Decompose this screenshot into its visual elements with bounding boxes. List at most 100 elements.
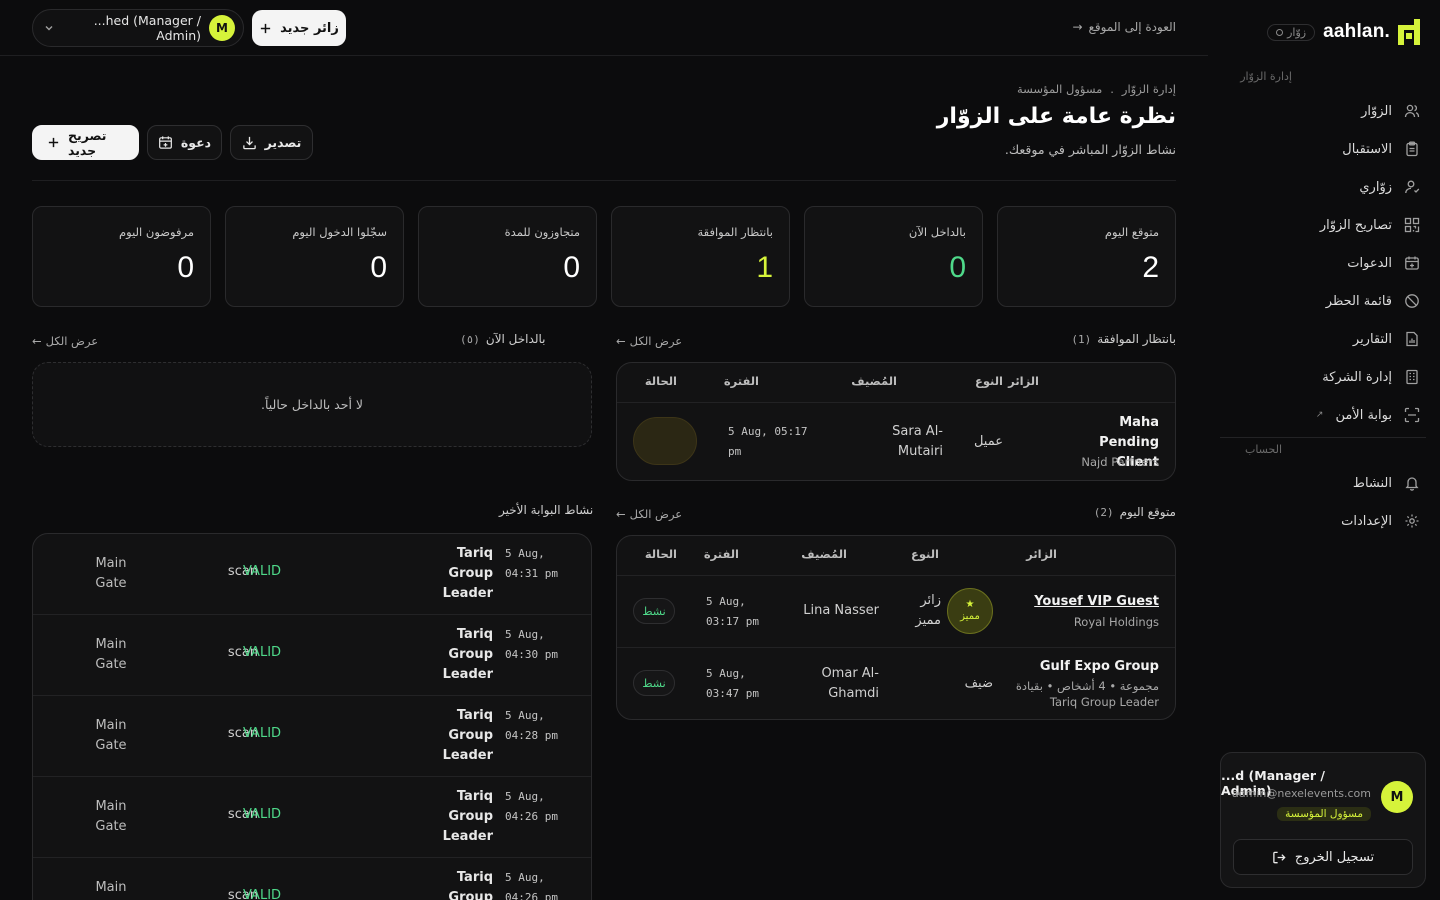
plus-icon <box>47 136 60 149</box>
list-item[interactable]: 5 Aug, 04:26 pm Tariq Group Leader scan … <box>33 777 591 858</box>
visitor-company: مجموعة • 4 أشخاص • بقيادة <box>1015 679 1159 693</box>
table-row[interactable]: Yousef VIP Guest Royal Holdings ★ مميز ز… <box>617 576 1175 648</box>
sidebar-item-label: الزوّار <box>1361 103 1392 119</box>
new-visitor-button[interactable]: زائر جديد <box>252 10 346 46</box>
expected-view-all-link[interactable]: عرض الكل ← <box>616 507 682 521</box>
section-count: (1) <box>1071 333 1092 346</box>
stat-card-checked-in-today[interactable]: سجّلوا الدخول اليوم 0 <box>225 206 404 307</box>
list-item[interactable]: 5 Aug, 04:31 pm Tariq Group Leader scan … <box>33 534 591 615</box>
export-label: تصدير <box>264 135 302 150</box>
sidebar-item-label: إدارة الشركة <box>1322 369 1392 385</box>
inside-section-title: بالداخل الآن (٥) <box>460 332 545 346</box>
export-button[interactable]: تصدير <box>230 125 313 160</box>
sidebar-item-my-visitors[interactable]: زوّاري <box>1208 168 1440 206</box>
nav-section-main: إدارة الزوّار <box>1240 70 1292 83</box>
new-pass-label: تصريح جديد <box>68 127 107 158</box>
column-header-visitor: الزائر <box>1026 547 1057 561</box>
visit-period: 5 Aug, 03:47 pm <box>706 667 759 700</box>
column-header-period: الفترة <box>703 547 739 561</box>
stat-value: 0 <box>370 251 387 284</box>
brand-name: .aahlan <box>1323 21 1390 42</box>
user-name: ...hed (Manager / Admin) <box>93 13 201 43</box>
inside-view-all-link[interactable]: عرض الكل ← <box>32 334 98 348</box>
account-nav: النشاط الإعدادات <box>1208 464 1440 540</box>
visitor-type: زائر مميز <box>915 593 941 628</box>
section-count: (2) <box>1093 506 1114 519</box>
host-name: Omar Al-Ghamdi <box>821 666 879 701</box>
main-nav: الزوّار الاستقبال زوّاري تصاريح الزوّار … <box>1208 92 1440 434</box>
external-link-icon: ↗ <box>1315 410 1324 420</box>
sidebar-item-passes[interactable]: تصاريح الزوّار <box>1208 206 1440 244</box>
scan-result: VALID <box>243 726 282 741</box>
sidebar: .aahlan زوّار إدارة الزوّار الزوّار الاس… <box>1208 0 1440 900</box>
empty-state-message: لا أحد بالداخل حالياً. <box>260 397 364 412</box>
aahlan-logo-icon <box>1398 19 1420 45</box>
sidebar-item-invitations[interactable]: الدعوات <box>1208 244 1440 282</box>
user-menu[interactable]: M ...hed (Manager / Admin) <box>32 9 244 47</box>
table-row[interactable]: Maha Pending Client Najd Partners عميل S… <box>617 403 1175 480</box>
scan-result: VALID <box>243 888 282 900</box>
page-actions: تصريح جديد دعوة تصدير <box>32 125 313 160</box>
list-item[interactable]: 5 Aug, 04:26 pm Tariq Group Leader scan … <box>33 858 591 900</box>
avatar[interactable]: M <box>1381 781 1413 813</box>
visitor-name-link[interactable]: Yousef VIP Guest <box>1019 592 1159 612</box>
sidebar-item-activity[interactable]: النشاط <box>1208 464 1440 502</box>
stat-label: مرفوضون اليوم <box>119 225 194 239</box>
breadcrumb: إدارة الزوّار. مسؤول المؤسسة <box>1017 82 1176 96</box>
expected-table: الزائر النوع المُضيف الفترة الحالة Youse… <box>616 535 1176 720</box>
sidebar-item-settings[interactable]: الإعدادات <box>1208 502 1440 540</box>
gear-icon <box>1404 513 1420 529</box>
logout-label: تسجيل الخروج <box>1294 849 1375 865</box>
back-to-site-link[interactable]: العودة إلى الموقع → <box>1072 20 1176 34</box>
gate-name: Main Gate <box>95 637 127 672</box>
scan-result: VALID <box>243 564 282 579</box>
list-item[interactable]: 5 Aug, 04:28 pm Tariq Group Leader scan … <box>33 696 591 777</box>
vip-badge: ★ مميز <box>947 588 993 634</box>
sidebar-item-label: زوّاري <box>1359 179 1392 195</box>
sidebar-item-company[interactable]: إدارة الشركة <box>1208 358 1440 396</box>
stat-card-rejected-today[interactable]: مرفوضون اليوم 0 <box>32 206 211 307</box>
stat-label: متجاوزون للمدة <box>504 225 580 239</box>
building-icon <box>1404 369 1420 385</box>
brand[interactable]: .aahlan زوّار <box>1228 16 1420 48</box>
gate-name: Main Gate <box>95 718 127 753</box>
sidebar-item-reception[interactable]: الاستقبال <box>1208 130 1440 168</box>
section-title-label: بالداخل الآن <box>485 332 546 346</box>
visitor-name[interactable]: Gulf Expo Group <box>1019 657 1159 677</box>
scanned-person: Tariq Group Leader <box>442 546 493 601</box>
list-item[interactable]: 5 Aug, 04:30 pm Tariq Group Leader scan … <box>33 615 591 696</box>
breadcrumb-item[interactable]: إدارة الزوّار <box>1122 82 1176 96</box>
sidebar-item-visitors[interactable]: الزوّار <box>1208 92 1440 130</box>
breadcrumb-item: مسؤول المؤسسة <box>1016 82 1103 96</box>
gate-name: Main Gate <box>95 799 127 834</box>
stat-label: سجّلوا الدخول اليوم <box>292 225 387 239</box>
sidebar-item-security-gate[interactable]: ↗ بوابة الأمن <box>1208 396 1440 434</box>
brand-tag: زوّار <box>1267 23 1316 41</box>
clipboard-icon <box>1404 141 1420 157</box>
sidebar-item-blocklist[interactable]: قائمة الحظر <box>1208 282 1440 320</box>
account-role-badge: مسؤول المؤسسة <box>1277 807 1371 821</box>
arrow-right-icon: → <box>1072 20 1083 34</box>
invite-button[interactable]: دعوة <box>147 125 222 160</box>
logout-button[interactable]: تسجيل الخروج <box>1233 839 1413 875</box>
scanned-person: Tariq Group Leader <box>442 789 493 844</box>
column-header-status: الحالة <box>644 547 677 561</box>
scan-time: 5 Aug, 04:26 pm <box>505 790 558 823</box>
nav-section-account: الحساب <box>1244 443 1282 456</box>
column-header-type: النوع <box>974 374 1003 388</box>
scan-time: 5 Aug, 04:31 pm <box>505 547 558 580</box>
sidebar-item-label: بوابة الأمن <box>1335 407 1392 423</box>
stat-card-expected-today[interactable]: متوقع اليوم 2 <box>997 206 1176 307</box>
breadcrumb-separator: . <box>1110 82 1114 96</box>
stat-card-overstayed[interactable]: متجاوزون للمدة 0 <box>418 206 597 307</box>
gate-section-title: نشاط البوابة الأخير <box>499 503 594 517</box>
stat-card-pending-approval[interactable]: بانتظار الموافقة 1 <box>611 206 790 307</box>
table-row[interactable]: Gulf Expo Group مجموعة • 4 أشخاص • بقياد… <box>617 648 1175 719</box>
stat-card-inside-now[interactable]: بالداخل الآن 0 <box>804 206 983 307</box>
new-pass-button[interactable]: تصريح جديد <box>32 125 139 160</box>
table-header: الزائر النوع المُضيف الفترة الحالة <box>617 536 1175 576</box>
status-badge <box>633 417 697 465</box>
pending-view-all-link[interactable]: عرض الكل ← <box>616 334 682 348</box>
stat-label: متوقع اليوم <box>1104 225 1159 239</box>
sidebar-item-reports[interactable]: التقارير <box>1208 320 1440 358</box>
